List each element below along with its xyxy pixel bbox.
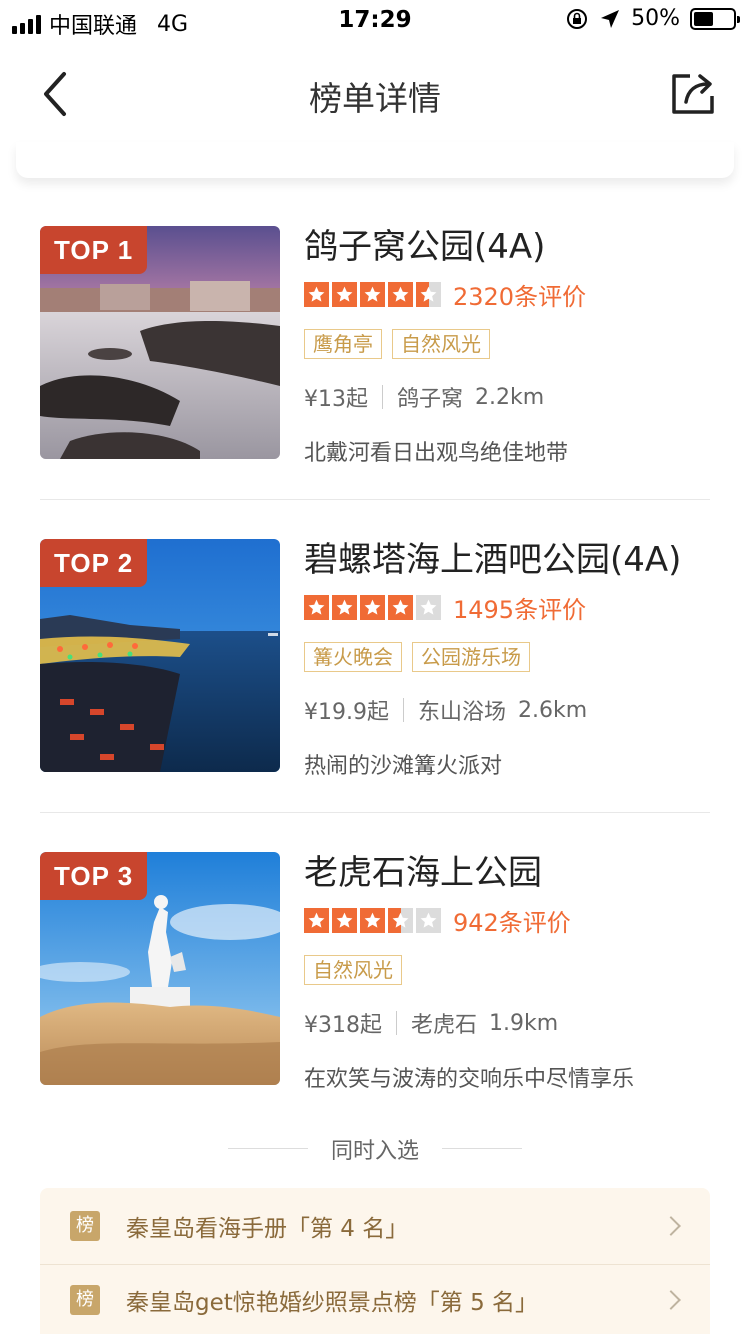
star-icon <box>304 281 329 307</box>
attraction-name[interactable]: 老虎石海上公园 <box>304 852 710 894</box>
also-selected-list: 榜 秦皇岛看海手册「第 4 名」 榜 秦皇岛get惊艳婚纱照景点榜「第 5 名」 <box>40 1188 710 1334</box>
price: ¥19.9起 <box>304 700 389 725</box>
attraction-photo: TOP 3 <box>40 852 280 1085</box>
rating-row: 2320条评价 <box>304 281 710 311</box>
star-icon <box>332 281 357 307</box>
also-selected-title: 同时入选 <box>330 1139 419 1164</box>
status-right: 50% <box>565 6 740 31</box>
share-icon[interactable] <box>670 70 716 116</box>
area-name: 东山浴场 <box>417 700 506 725</box>
rating-row: 942条评价 <box>304 907 710 937</box>
distance: 2.2km <box>475 384 545 410</box>
meta-divider <box>396 1011 397 1035</box>
review-count[interactable]: 942条评价 <box>453 903 571 938</box>
tag-list: 鹰角亭 自然风光 <box>304 329 710 359</box>
star-rating <box>304 907 441 933</box>
meta-row: ¥19.9起 东山浴场 2.6km <box>304 694 710 726</box>
location-icon <box>601 9 620 28</box>
meta-row: ¥318起 老虎石 1.9km <box>304 1007 710 1039</box>
battery-percent: 50% <box>631 6 680 31</box>
rating-row: 1495条评价 <box>304 594 710 624</box>
star-icon <box>360 907 385 933</box>
review-count[interactable]: 2320条评价 <box>453 277 586 312</box>
star-icon <box>332 594 357 620</box>
rank-badge: TOP 2 <box>40 539 148 587</box>
distance: 2.6km <box>518 697 588 723</box>
price: ¥318起 <box>304 1013 382 1038</box>
feature-tag[interactable]: 篝火晚会 <box>304 642 402 672</box>
ranking-list: TOP 1 鸽子窝公园(4A) 2320条评价 鹰角亭 自然风光 ¥13起 鸽子… <box>40 226 710 1165</box>
board-badge-icon: 榜 <box>70 1211 100 1241</box>
meta-row: ¥13起 鸽子窝 2.2km <box>304 381 710 413</box>
battery-fill <box>694 11 713 26</box>
battery-icon <box>690 7 740 30</box>
meta-divider <box>402 698 404 722</box>
star-icon <box>416 594 441 620</box>
board-label: 秦皇岛get惊艳婚纱照景点榜「第 5 名」 <box>126 1289 539 1316</box>
star-icon <box>360 281 385 307</box>
summary-card-bottom <box>16 142 734 178</box>
star-icon <box>360 594 385 620</box>
attraction-photo: TOP 1 <box>40 226 280 459</box>
area-name: 鸽子窝 <box>397 387 464 412</box>
distance: 1.9km <box>489 1010 559 1036</box>
star-icon <box>388 594 413 620</box>
divider <box>40 812 710 813</box>
divider <box>40 499 710 500</box>
review-count[interactable]: 1495条评价 <box>453 590 586 625</box>
board-link[interactable]: 榜 秦皇岛看海手册「第 4 名」 <box>40 1188 710 1264</box>
star-icon <box>332 907 357 933</box>
star-icon <box>416 907 441 933</box>
price: ¥13起 <box>304 387 368 412</box>
attraction-info: 碧螺塔海上酒吧公园(4A) 1495条评价 篝火晚会 公园游乐场 ¥19.9起 … <box>304 539 710 780</box>
attraction-description: 北戴河看日出观鸟绝佳地带 <box>304 441 569 466</box>
star-icon <box>388 281 413 307</box>
star-rating <box>304 281 441 307</box>
also-selected-heading: 同时入选 <box>0 1133 750 1164</box>
attraction-info: 鸽子窝公园(4A) 2320条评价 鹰角亭 自然风光 ¥13起 鸽子窝 2.2k… <box>304 226 710 467</box>
feature-tag[interactable]: 公园游乐场 <box>412 642 530 672</box>
feature-tag[interactable]: 自然风光 <box>392 329 490 359</box>
feature-tag[interactable]: 鹰角亭 <box>304 329 382 359</box>
star-icon <box>416 281 441 307</box>
page-title: 榜单详情 <box>309 79 441 118</box>
nav-bar: 榜单详情 <box>0 42 750 142</box>
heading-line-right <box>442 1148 522 1149</box>
ranking-item[interactable]: TOP 1 鸽子窝公园(4A) 2320条评价 鹰角亭 自然风光 ¥13起 鸽子… <box>40 226 710 539</box>
ranking-item[interactable]: TOP 2 碧螺塔海上酒吧公园(4A) 1495条评价 篝火晚会 公园游乐场 ¥… <box>40 539 710 852</box>
star-icon <box>388 907 413 933</box>
chevron-right-icon <box>661 1216 681 1236</box>
attraction-name[interactable]: 碧螺塔海上酒吧公园(4A) <box>304 539 710 581</box>
board-badge-icon: 榜 <box>70 1284 100 1315</box>
attraction-description: 在欢笑与波涛的交响乐中尽情享乐 <box>304 1067 635 1092</box>
attraction-info: 老虎石海上公园 942条评价 自然风光 ¥318起 老虎石 1.9km 在欢笑与… <box>304 852 710 1093</box>
tag-list: 篝火晚会 公园游乐场 <box>304 642 710 672</box>
attraction-description: 热闹的沙滩篝火派对 <box>304 754 503 779</box>
star-icon <box>304 907 329 933</box>
tag-list: 自然风光 <box>304 955 710 985</box>
status-bar: 中国联通 4G 17:29 50% <box>0 0 750 42</box>
ranking-item[interactable]: TOP 3 老虎石海上公园 942条评价 自然风光 ¥318起 老虎石 1.9k… <box>40 852 710 1165</box>
orientation-lock-icon <box>567 8 588 29</box>
board-label: 秦皇岛看海手册「第 4 名」 <box>126 1216 409 1242</box>
chevron-right-icon <box>661 1289 681 1310</box>
meta-divider <box>382 385 383 409</box>
attraction-name[interactable]: 鸽子窝公园(4A) <box>304 226 710 268</box>
star-icon <box>304 594 329 620</box>
star-rating <box>304 594 441 620</box>
feature-tag[interactable]: 自然风光 <box>304 955 402 985</box>
rank-badge: TOP 1 <box>40 226 148 274</box>
board-link[interactable]: 榜 秦皇岛get惊艳婚纱照景点榜「第 5 名」 <box>40 1264 710 1334</box>
rank-badge: TOP 3 <box>40 852 148 900</box>
area-name: 老虎石 <box>411 1013 478 1038</box>
attraction-photo: TOP 2 <box>40 539 280 772</box>
